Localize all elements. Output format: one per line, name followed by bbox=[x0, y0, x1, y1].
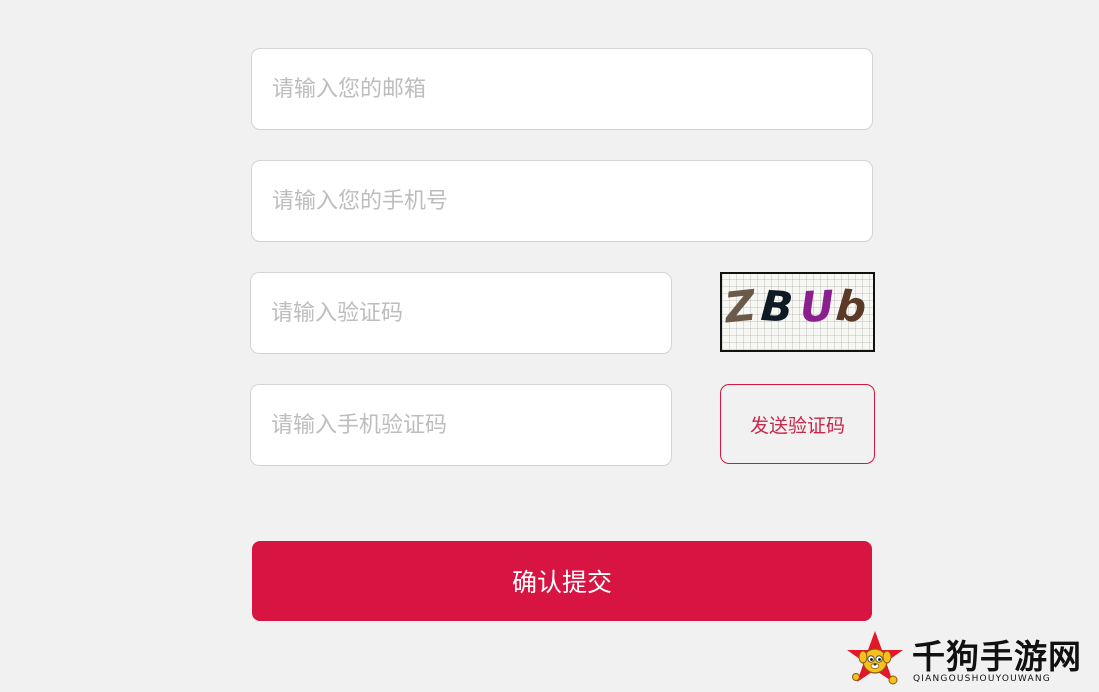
captcha-input[interactable] bbox=[250, 272, 672, 354]
phone-field[interactable] bbox=[251, 160, 873, 242]
captcha-char: b bbox=[833, 280, 869, 333]
mascot-icon bbox=[847, 631, 903, 685]
captcha-char: B bbox=[759, 280, 795, 333]
captcha-char: Z bbox=[722, 280, 758, 333]
email-field[interactable] bbox=[251, 48, 873, 130]
send-code-button[interactable]: 发送验证码 bbox=[720, 384, 875, 464]
watermark-subtitle: QIANGOUSHOUYOUWANG bbox=[913, 674, 1051, 684]
submit-button[interactable]: 确认提交 bbox=[252, 541, 872, 621]
captcha-char: U bbox=[798, 281, 836, 332]
watermark-logo: 千狗手游网 QIANGOUSHOUYOUWANG bbox=[844, 628, 1094, 690]
captcha-image[interactable]: Z B U b bbox=[720, 272, 875, 352]
watermark-brand: 千狗手游网 bbox=[912, 637, 1082, 676]
sms-code-input[interactable] bbox=[250, 384, 672, 466]
